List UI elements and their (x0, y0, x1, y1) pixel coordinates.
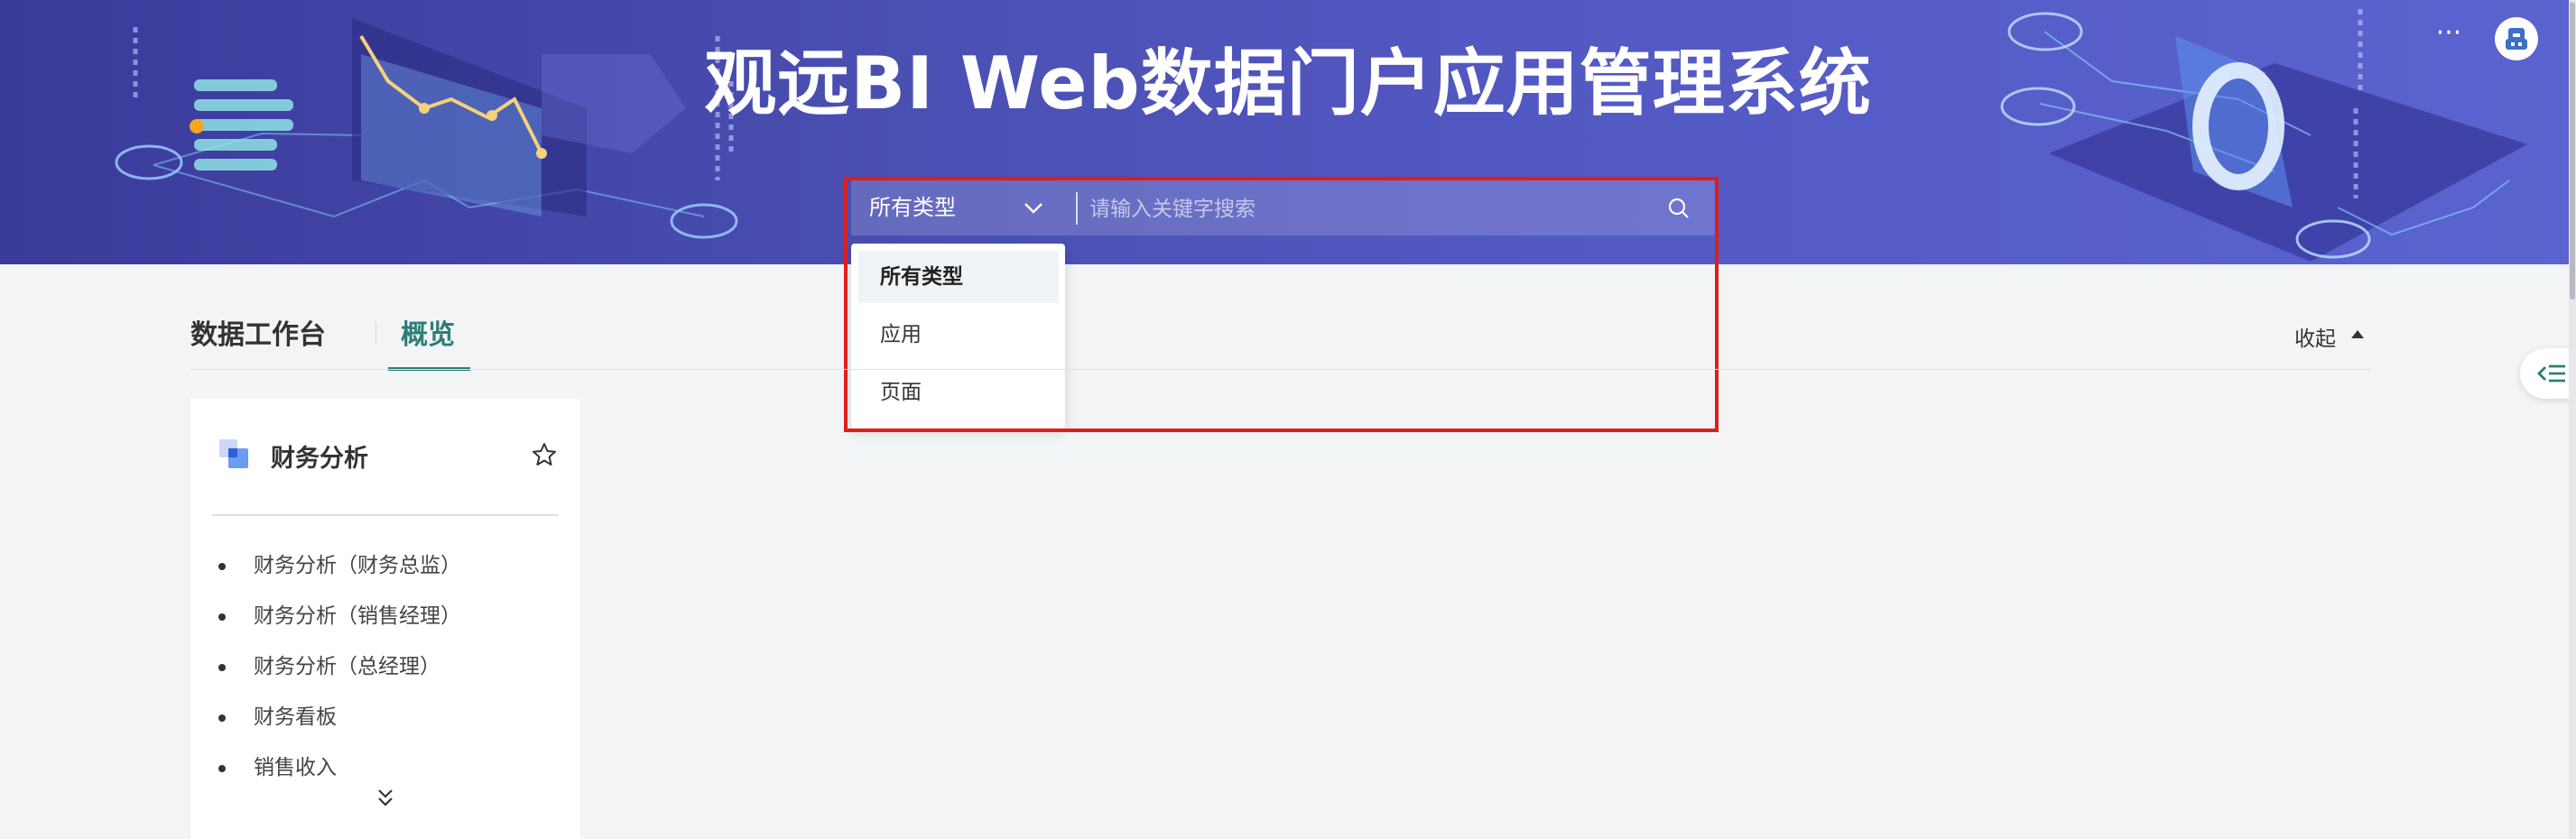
list-item[interactable]: 财务分析（财务总监） (190, 550, 580, 601)
double-chevron-down-icon[interactable] (375, 787, 396, 810)
type-select[interactable]: 所有类型 (851, 180, 1077, 235)
tab-workbench[interactable]: 数据工作台 (190, 312, 326, 352)
app-title: 观远BI Web数据门户应用管理系统 (704, 41, 1872, 125)
bullet (218, 613, 226, 621)
search-input[interactable] (1088, 180, 1651, 237)
bullet (218, 664, 226, 671)
avatar[interactable] (2495, 17, 2538, 60)
list-item-label: 财务分析（总经理） (254, 655, 440, 678)
caret-up-icon[interactable] (2351, 330, 2364, 338)
card-list: 财务分析（财务总监） 财务分析（销售经理） 财务分析（总经理） 财务看板 销售收… (190, 550, 580, 803)
type-dropdown-menu: 所有类型 应用 页面 (851, 244, 1065, 429)
avatar-icon (2506, 28, 2527, 50)
card-divider (212, 514, 559, 516)
dropdown-option-all-types[interactable]: 所有类型 (858, 251, 1059, 303)
tabs-divider (190, 369, 2371, 370)
chevron-down-icon (1024, 203, 1042, 214)
indent-menu-icon (2537, 364, 2565, 383)
ellipsis-icon[interactable]: ··· (2431, 20, 2467, 56)
bullet (218, 765, 226, 772)
search-bar: 所有类型 (851, 180, 1716, 237)
type-select-value: 所有类型 (869, 195, 956, 220)
vertical-scrollbar[interactable] (2569, 0, 2576, 839)
app-icon (219, 439, 248, 468)
star-icon[interactable] (531, 441, 558, 468)
list-item-label: 财务分析（财务总监） (254, 554, 461, 577)
list-item-label: 财务分析（销售经理） (254, 604, 461, 628)
list-item[interactable]: 财务看板 (190, 702, 580, 752)
list-item[interactable]: 财务分析（销售经理） (190, 601, 580, 651)
scrollbar-thumb[interactable] (2570, 2, 2575, 300)
app-card[interactable]: 财务分析 财务分析（财务总监） 财务分析（销售经理） 财务分析（总经理） 财务看… (190, 399, 580, 839)
search-separator (1076, 192, 1078, 225)
tab-separator (375, 322, 376, 344)
search-icon[interactable] (1665, 195, 1692, 222)
bullet (218, 563, 226, 570)
card-title: 财务分析 (271, 445, 368, 473)
dropdown-option-page[interactable]: 页面 (858, 366, 1059, 419)
list-item-label: 销售收入 (254, 756, 337, 779)
bullet (218, 715, 226, 722)
list-item-label: 财务看板 (254, 705, 337, 729)
tab-overview[interactable]: 概览 (401, 312, 455, 352)
collapse-button[interactable]: 收起 (2294, 321, 2336, 352)
list-item[interactable]: 财务分析（总经理） (190, 651, 580, 702)
side-panel-toggle[interactable] (2520, 348, 2576, 399)
dropdown-option-app[interactable]: 应用 (858, 309, 1059, 361)
